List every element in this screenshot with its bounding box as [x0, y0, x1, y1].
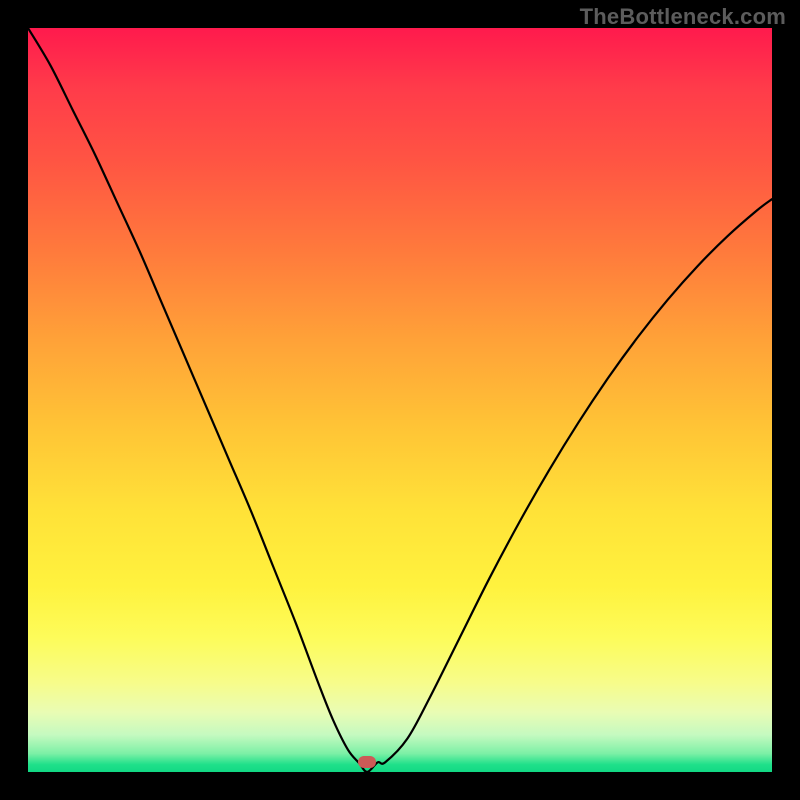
chart-frame: TheBottleneck.com: [0, 0, 800, 800]
plot-area: [28, 28, 772, 772]
watermark-text: TheBottleneck.com: [580, 4, 786, 30]
optimum-marker: [358, 756, 376, 768]
